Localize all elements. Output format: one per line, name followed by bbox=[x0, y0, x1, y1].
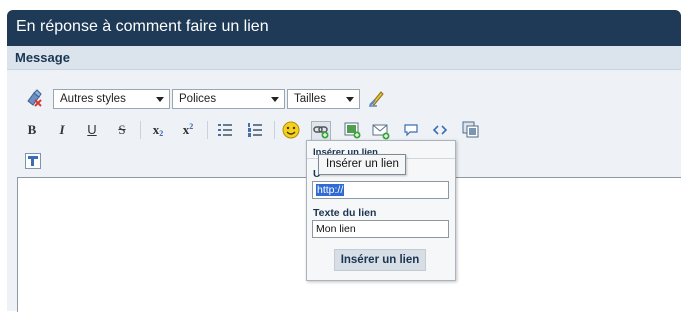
link-text-field[interactable]: Mon lien bbox=[312, 220, 449, 238]
styles-select[interactable]: Autres styles bbox=[53, 89, 170, 109]
tooltip: Insérer un lien bbox=[318, 154, 406, 175]
insert-link-submit-button[interactable]: Insérer un lien bbox=[334, 249, 426, 271]
quote-icon[interactable] bbox=[403, 122, 419, 138]
superscript-button[interactable]: x2 bbox=[180, 122, 196, 138]
code-icon[interactable] bbox=[432, 122, 448, 138]
insert-email-icon[interactable] bbox=[372, 122, 390, 140]
link-text-label: Texte du lien bbox=[313, 207, 377, 219]
toolbar-separator bbox=[207, 121, 208, 139]
subscript-button[interactable]: x2 bbox=[150, 122, 166, 138]
sizes-select[interactable]: Tailles bbox=[287, 89, 360, 109]
url-field-value: http:// bbox=[316, 184, 345, 196]
smiley-icon[interactable] bbox=[282, 121, 300, 139]
subscript-mark: 2 bbox=[159, 129, 164, 138]
link-text-field-value: Mon lien bbox=[316, 223, 356, 235]
chevron-down-icon bbox=[156, 97, 164, 102]
toolbar-separator bbox=[140, 121, 141, 139]
fonts-select-value: Polices bbox=[179, 93, 217, 105]
window-title: En réponse à comment faire un lien bbox=[16, 18, 269, 35]
fonts-select[interactable]: Polices bbox=[172, 89, 285, 109]
strikethrough-button[interactable]: S bbox=[114, 122, 130, 138]
pen-icon[interactable] bbox=[368, 89, 386, 107]
bold-button[interactable]: B bbox=[24, 122, 40, 138]
numbered-list-icon[interactable] bbox=[247, 122, 263, 138]
sizes-select-value: Tailles bbox=[294, 93, 326, 105]
superscript-mark: 2 bbox=[189, 122, 194, 131]
remove-format-icon[interactable] bbox=[25, 89, 43, 107]
toggle-source-icon[interactable] bbox=[25, 153, 41, 169]
window-title-bar: En réponse à comment faire un lien bbox=[7, 10, 681, 46]
insert-link-icon[interactable] bbox=[311, 121, 331, 141]
chevron-down-icon bbox=[271, 97, 279, 102]
section-header: Message bbox=[7, 46, 681, 70]
insert-image-icon[interactable] bbox=[343, 121, 361, 139]
bullet-list-icon[interactable] bbox=[217, 122, 233, 138]
url-field[interactable]: http:// bbox=[312, 181, 449, 199]
chevron-down-icon bbox=[346, 97, 354, 102]
section-title: Message bbox=[15, 50, 70, 65]
toolbar-separator bbox=[274, 121, 275, 139]
underline-button[interactable]: U bbox=[84, 122, 100, 137]
italic-button[interactable]: I bbox=[54, 122, 70, 138]
media-icon[interactable] bbox=[462, 121, 480, 139]
styles-select-value: Autres styles bbox=[60, 93, 126, 105]
